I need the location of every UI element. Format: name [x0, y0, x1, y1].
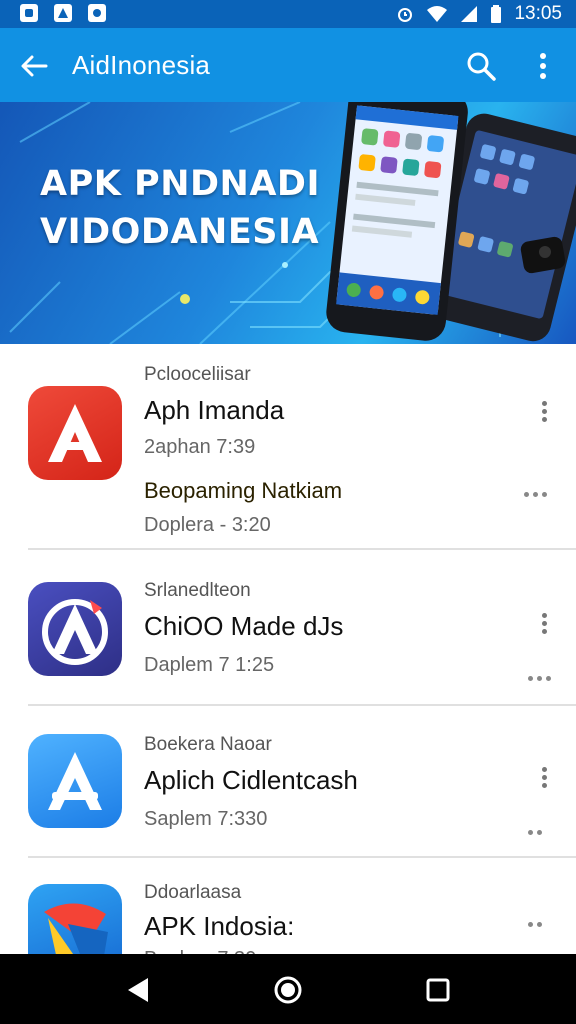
search-icon[interactable]	[465, 50, 497, 82]
app-status-label: Beopaming Natkiam	[144, 478, 343, 503]
banner-title: APK PNDNADI VIDODANESIA	[40, 160, 320, 256]
item-more-icon[interactable]	[528, 922, 562, 932]
status-time: 13:05	[514, 3, 562, 24]
app-category: Ddoarlaasa	[144, 882, 242, 903]
app-bar: AidInonesia	[0, 28, 576, 102]
wifi-icon	[427, 6, 448, 22]
app-title: AidInonesia	[72, 50, 211, 80]
app-category: Pclooceliisar	[144, 364, 251, 385]
banner-title-line2: VIDODANESIA	[40, 212, 320, 252]
notification-icons	[20, 4, 106, 22]
app-name: Aph Imanda	[144, 395, 285, 425]
app-icon	[28, 386, 122, 480]
item-menu-icon[interactable]	[534, 398, 554, 428]
app-category: Boekera Naoar	[144, 734, 272, 755]
item-more-icon[interactable]	[528, 676, 562, 686]
navigation-bar	[0, 954, 576, 1024]
app-date: Saplem 7:330	[144, 808, 268, 830]
system-status: 13:05	[396, 3, 562, 25]
app-store-icon	[48, 752, 102, 810]
app-icon	[28, 734, 122, 828]
item-menu-icon[interactable]	[534, 610, 554, 640]
banner-title-line1: APK PNDNADI	[40, 164, 320, 204]
list-item[interactable]: Boekera Naoar Aplich Cidlentcash Saplem …	[0, 706, 576, 860]
app-date: 2aphan 7:39	[144, 436, 256, 458]
nav-home-icon[interactable]	[272, 974, 304, 1006]
item-more-icon[interactable]	[528, 830, 562, 840]
app-name: Aplich Cidlentcash	[144, 765, 358, 795]
nav-back-icon[interactable]	[122, 974, 154, 1006]
alarm-icon	[398, 8, 413, 22]
battery-icon	[491, 5, 502, 23]
list-item[interactable]: Pclooceliisar Aph Imanda 2aphan 7:39 Beo…	[0, 344, 576, 550]
app-icon	[28, 582, 122, 676]
nav-recents-icon[interactable]	[422, 974, 454, 1006]
app-category: Srlanedlteon	[144, 580, 251, 601]
notification-shield-icon	[88, 4, 106, 22]
divider	[28, 856, 576, 858]
more-options-icon[interactable]	[532, 50, 554, 82]
list-item[interactable]: Ddoarlaasa APK Indosia: Baplem 7:30	[0, 860, 576, 978]
notification-square-icon	[20, 4, 38, 22]
notification-triangle-icon	[54, 4, 72, 22]
item-more-icon[interactable]	[524, 492, 558, 502]
app-name: ChiOO Made dJs	[144, 611, 344, 641]
list-item[interactable]: Srlanedlteon ChiOO Made dJs Daplem 7 1:2…	[0, 550, 576, 706]
item-menu-icon[interactable]	[534, 764, 554, 794]
app-date: Daplem 7 1:25	[144, 654, 275, 676]
status-bar: 13:05	[0, 0, 576, 28]
promo-banner[interactable]: APK PNDNADI VIDODANESIA	[0, 102, 576, 344]
app-status-date: Doplera - 3:20	[144, 514, 271, 536]
triangle-logo-icon	[48, 404, 102, 462]
triangle-logo-icon	[42, 599, 108, 665]
app-name: APK Indosia:	[144, 911, 295, 941]
signal-icon	[461, 6, 478, 22]
back-arrow-icon[interactable]	[18, 50, 50, 82]
